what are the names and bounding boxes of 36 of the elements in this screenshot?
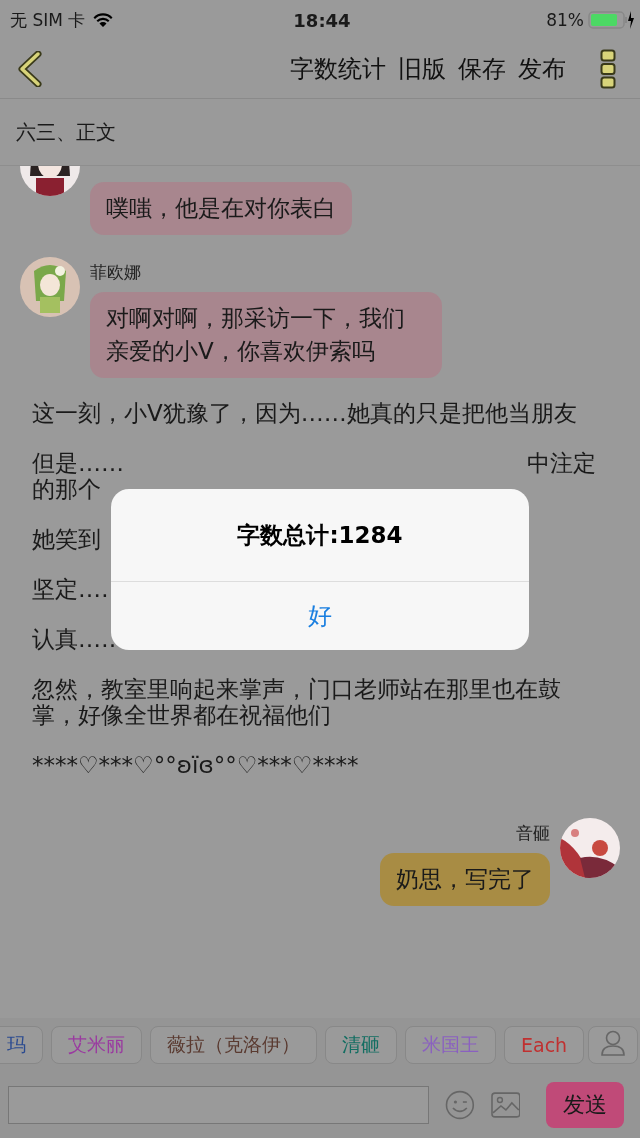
wifi-icon <box>93 12 114 28</box>
alert-title: 字数总计:1284 <box>111 489 529 582</box>
message-bubble: 对啊对啊，那采访一下，我们亲爱的小V，你喜欢伊索吗 <box>90 292 442 378</box>
person-button[interactable] <box>588 1026 639 1064</box>
story-paragraph: 这一刻，小V犹豫了，因为……她真的只是把他当朋友 <box>31 400 578 426</box>
chapter-title: 六三、正文 <box>16 118 116 146</box>
carrier-text: 无 SIM 卡 <box>10 8 86 32</box>
character-tag[interactable]: 艾米丽 <box>51 1026 142 1064</box>
nav-action[interactable]: 字数统计 <box>286 53 390 85</box>
nav-action[interactable]: 旧版 <box>394 53 450 85</box>
character-tag[interactable]: 清砸 <box>325 1026 397 1064</box>
story-paragraph: ****♡***♡°°ʚїɞ°°♡***♡**** <box>31 752 360 778</box>
battery-charging-icon <box>588 10 634 30</box>
character-tag[interactable]: 薇拉（克洛伊） <box>150 1026 317 1064</box>
character-tag[interactable]: 玛 <box>0 1026 43 1064</box>
story-paragraph-fragment: 她笑到 <box>32 526 101 552</box>
battery-percent: 81% <box>546 10 584 30</box>
story-paragraph-fragment: 的那个 <box>32 476 101 502</box>
character-tag[interactable]: Each <box>504 1026 585 1064</box>
emoji-icon[interactable] <box>444 1090 475 1120</box>
send-button[interactable]: 发送 <box>546 1082 624 1128</box>
nav-action[interactable]: 发布 <box>514 53 570 85</box>
back-icon[interactable] <box>16 51 42 87</box>
story-paragraph: 忽然，教室里响起来掌声，门口老师站在那里也在鼓掌，好像全世界都在祝福他们 <box>31 676 562 728</box>
story-paragraph-fragment: 但是…… <box>32 450 124 476</box>
nav-action[interactable]: 保存 <box>454 53 510 85</box>
sender-name: 菲欧娜 <box>90 261 142 284</box>
clock-text: 18:44 <box>293 9 351 31</box>
message-input[interactable] <box>8 1086 429 1124</box>
sender-name: 音砸 <box>516 822 550 845</box>
story-paragraph-fragment: 中注定 <box>527 450 596 476</box>
message-bubble: 奶思，写完了 <box>380 853 550 906</box>
image-icon[interactable] <box>490 1092 521 1118</box>
message-bubble: 噗嗤，他是在对你表白 <box>90 182 352 235</box>
more-icon[interactable] <box>600 49 616 89</box>
person-icon <box>601 1030 626 1056</box>
